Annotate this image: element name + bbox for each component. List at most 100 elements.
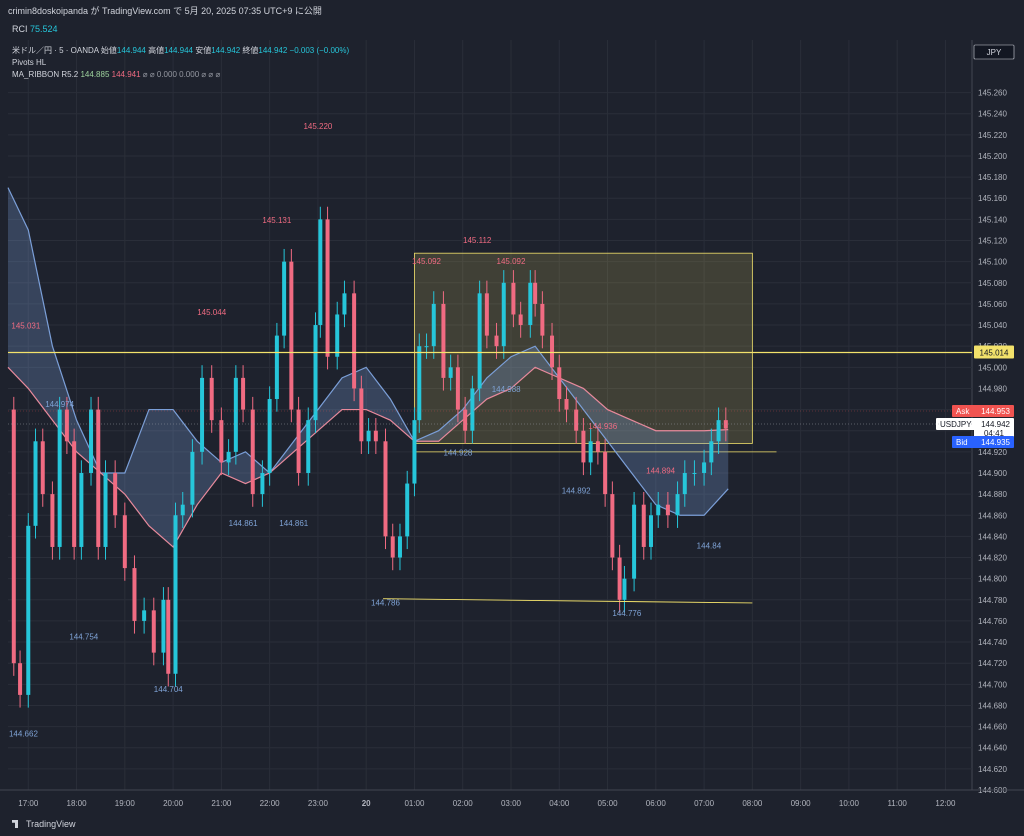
candle-body (79, 472, 84, 547)
pivot-label: 145.220 (303, 122, 332, 131)
ribbon-ma-rest: ⌀ ⌀ 0.000 0.000 ⌀ ⌀ ⌀ (142, 70, 221, 79)
y-tick-label: 144.860 (978, 511, 1007, 520)
candle-body (632, 504, 637, 579)
candle-body (470, 388, 475, 431)
x-tick-label: 20:00 (163, 799, 184, 808)
y-tick-label: 145.100 (978, 258, 1007, 267)
candle-body (665, 504, 670, 516)
pivot-label: 144.861 (229, 519, 258, 528)
pivot-label: 144.786 (371, 598, 400, 607)
chart-legend[interactable]: 米ドル／円 · 5 · OANDA 始値144.944 高値144.944 安値… (12, 45, 349, 81)
candle-body (250, 409, 255, 495)
candle-body (595, 441, 600, 452)
x-tick-label: 01:00 (404, 799, 425, 808)
bid-tag-label: Bid (956, 438, 968, 447)
candle-body (40, 441, 45, 495)
ribbon-name: MA_RIBBON R5.2 (12, 70, 79, 79)
x-tick-label: 18:00 (67, 799, 88, 808)
legend-low: 144.942 (211, 46, 241, 55)
attribution-bar: crimin8doskoipanda が TradingView.com で 5… (0, 0, 1024, 19)
candle-body (113, 472, 118, 516)
legend-ohlc-row[interactable]: 米ドル／円 · 5 · OANDA 始値144.944 高値144.944 安値… (12, 45, 349, 57)
candle-body (57, 409, 62, 547)
y-tick-label: 145.200 (978, 152, 1007, 161)
x-tick-label: 03:00 (501, 799, 522, 808)
x-tick-label: 07:00 (694, 799, 715, 808)
x-tick-label: 02:00 (453, 799, 474, 808)
attribution-text: crimin8doskoipanda が TradingView.com で 5… (8, 6, 322, 16)
legend-indicator-pivots[interactable]: Pivots HL (12, 57, 349, 69)
x-tick-label: 10:00 (839, 799, 860, 808)
pivot-label: 144.974 (45, 400, 74, 409)
currency-label: JPY (987, 48, 1002, 57)
ribbon-ma1: 144.885 (80, 70, 110, 79)
legend-symbol[interactable]: 米ドル／円 · 5 · OANDA (12, 46, 99, 55)
candle-body (313, 325, 318, 421)
candle-body (352, 293, 357, 389)
brand-text: TradingView (26, 819, 76, 829)
y-tick-label: 144.680 (978, 701, 1007, 710)
y-tick-label: 145.140 (978, 215, 1007, 224)
price-chart[interactable]: 145.260 145.240 145.220 145.200 145.180 145.1… (0, 40, 1024, 814)
candle-body (424, 346, 429, 348)
y-tick-label: 145.120 (978, 237, 1007, 246)
legend-indicator-ribbon[interactable]: MA_RIBBON R5.2 144.885 144.941 ⌀ ⌀ 0.000… (12, 69, 349, 81)
y-tick-label: 145.080 (978, 279, 1007, 288)
pivot-label: 144.754 (69, 632, 98, 641)
candle-body (161, 599, 166, 653)
candle-body (405, 483, 410, 537)
pivot-label: 144.892 (562, 486, 591, 495)
candle-body (463, 409, 468, 431)
pivot-label: 144.84 (697, 541, 722, 550)
pivot-label: 144.704 (154, 685, 183, 694)
candle-body (359, 388, 364, 442)
candle-body (518, 314, 523, 326)
candle-body (260, 472, 265, 495)
candle-body (581, 430, 586, 463)
pivot-label: 145.031 (11, 322, 40, 331)
pivot-label: 144.894 (646, 466, 675, 475)
candle-body (412, 420, 417, 484)
candle-body (622, 578, 627, 600)
rci-value: 75.524 (30, 24, 58, 34)
x-tick-label: 22:00 (260, 799, 281, 808)
candle-body (448, 367, 453, 378)
candle-body (96, 409, 101, 547)
last-tag-label: USDJPY (940, 420, 972, 429)
candle-body (484, 293, 489, 336)
y-tick-label: 145.060 (978, 300, 1007, 309)
candle-body (64, 409, 69, 442)
candle-body (173, 515, 178, 674)
candle-body (306, 420, 311, 473)
candle-body (282, 261, 287, 336)
rci-pane[interactable]: RCI 75.524 (0, 18, 1024, 41)
y-tick-label: 144.720 (978, 659, 1007, 668)
x-tick-label: 09:00 (791, 799, 812, 808)
candle-body (528, 282, 533, 326)
pivot-label: 145.092 (412, 257, 441, 266)
legend-close: 144.942 (258, 46, 288, 55)
y-tick-label: 144.640 (978, 744, 1007, 753)
candle-body (656, 504, 661, 516)
candle-body (511, 282, 516, 315)
x-tick-label: 04:00 (549, 799, 570, 808)
y-tick-label: 145.160 (978, 194, 1007, 203)
ask-tag-value: 144.953 (981, 407, 1010, 416)
y-tick-label: 144.880 (978, 490, 1007, 499)
legend-change: −0.003 (−0.00%) (289, 46, 350, 55)
candle-body (441, 303, 446, 378)
y-tick-label: 144.760 (978, 617, 1007, 626)
candle-body (325, 219, 330, 357)
candle-body (723, 420, 728, 429)
candle-body (390, 536, 395, 558)
candle-body (219, 420, 224, 463)
legend-low-label: 安値 (195, 46, 212, 55)
candle-body (132, 568, 137, 621)
y-tick-label: 145.240 (978, 110, 1007, 119)
candle-body (296, 409, 301, 473)
y-tick-label: 144.840 (978, 532, 1007, 541)
y-tick-label: 144.780 (978, 596, 1007, 605)
y-tick-label: 145.260 (978, 89, 1007, 98)
pivot-label: 144.662 (9, 729, 38, 738)
candle-body (33, 441, 38, 526)
